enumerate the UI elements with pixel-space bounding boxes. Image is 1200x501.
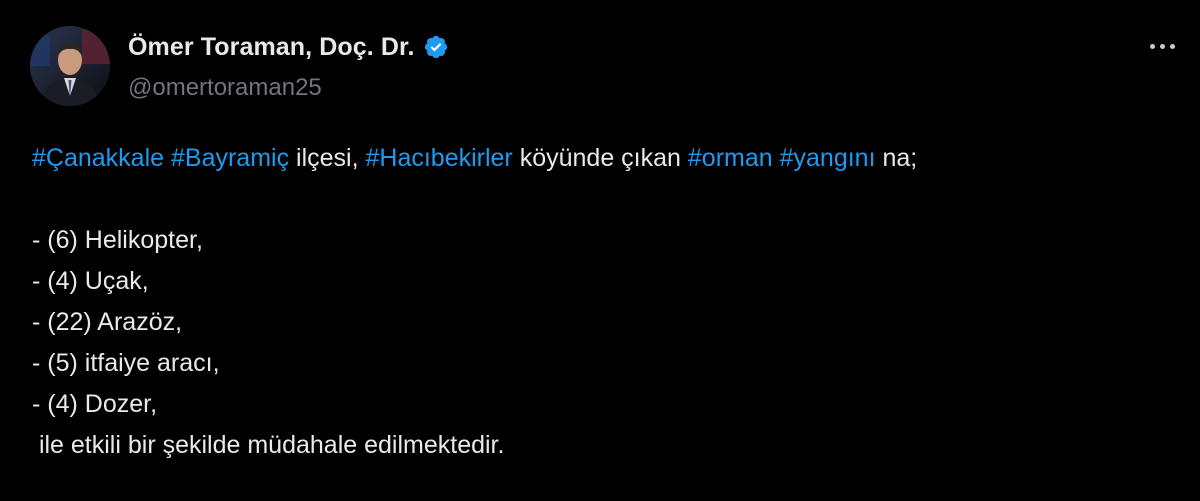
tweet-closing-line: ile etkili bir şekilde müdahale edilmekt…	[32, 431, 505, 459]
tweet-card[interactable]: Ömer Toraman, Doç. Dr. @omertoraman25 #Ç…	[0, 0, 1200, 501]
text-na: na;	[875, 144, 918, 172]
profile-photo	[30, 26, 110, 106]
hashtag-orman[interactable]: #orman	[688, 144, 773, 172]
text-koyunde: köyünde çıkan	[512, 144, 688, 172]
list-item: - (4) Dozer,	[32, 390, 158, 418]
list-item: - (4) Uçak,	[32, 267, 149, 295]
list-item: - (5) itfaiye aracı,	[32, 349, 220, 377]
hashtag-bayramic[interactable]: #Bayramiç	[171, 144, 289, 172]
verified-badge-icon	[423, 34, 449, 60]
list-item: - (22) Arazöz,	[32, 308, 183, 336]
tweet-intro-line: #Çanakkale #Bayramiç ilçesi, #Hacıbekirl…	[32, 138, 1172, 179]
author-name-row: Ömer Toraman, Doç. Dr.	[128, 30, 449, 64]
avatar[interactable]	[30, 26, 110, 106]
list-item: - (6) Helikopter,	[32, 226, 203, 254]
hashtag-canakkale[interactable]: #Çanakkale	[32, 144, 164, 172]
hashtag-yangini[interactable]: #yangını	[780, 144, 876, 172]
author-display-name[interactable]: Ömer Toraman, Doç. Dr.	[128, 33, 415, 62]
more-horizontal-icon[interactable]	[1138, 26, 1186, 66]
text-space	[773, 144, 780, 172]
author-handle[interactable]: @omertoraman25	[128, 74, 322, 102]
text-ilcesi: ilçesi,	[289, 144, 366, 172]
text-space	[164, 144, 171, 172]
hashtag-hacibekirler[interactable]: #Hacıbekirler	[365, 144, 512, 172]
tweet-text: #Çanakkale #Bayramiç ilçesi, #Hacıbekirl…	[32, 138, 1172, 466]
